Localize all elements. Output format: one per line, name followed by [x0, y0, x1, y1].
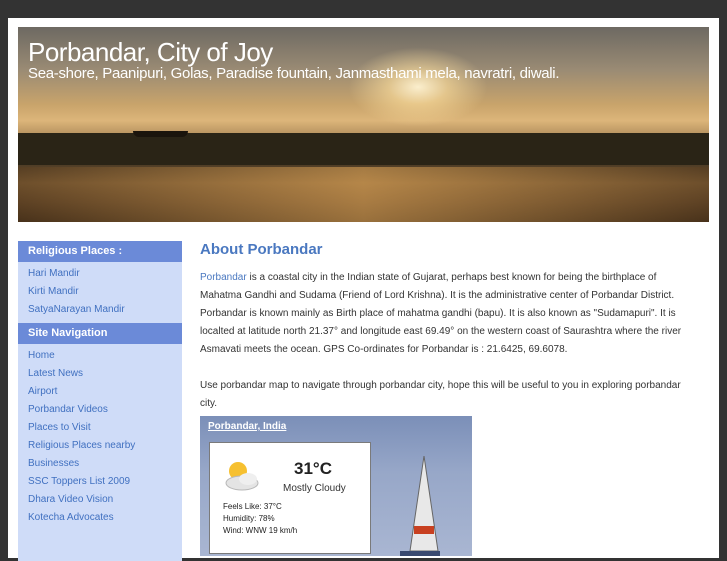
weather-card: 31°C Mostly Cloudy Feels Like: 37°C Humi… [209, 442, 371, 554]
feels-like: Feels Like: 37°C [223, 502, 282, 511]
site-navigation-list: Home Latest News Airport Porbandar Video… [18, 344, 182, 531]
sidebar-item-ssc-toppers[interactable]: SSC Toppers List 2009 [18, 473, 182, 491]
sidebar-item-satyanarayan-mandir[interactable]: SatyaNarayan Mandir [18, 301, 182, 319]
main-content: About Porbandar Porbandar is a coastal c… [200, 241, 700, 556]
partly-cloudy-icon [225, 462, 259, 491]
sidebar-item-home[interactable]: Home [18, 347, 182, 365]
sidebar-item-kirti-mandir[interactable]: Kirti Mandir [18, 283, 182, 301]
sidebar-heading-religious: Religious Places : [18, 241, 182, 262]
sidebar-item-hari-mandir[interactable]: Hari Mandir [18, 265, 182, 283]
sidebar-item-places-to-visit[interactable]: Places to Visit [18, 419, 182, 437]
sidebar-heading-navigation: Site Navigation [18, 323, 182, 344]
sidebar-item-religious-places-nearby[interactable]: Religious Places nearby [18, 437, 182, 455]
sailboat-image [400, 456, 440, 556]
about-paragraph: Porbandar is a coastal city in the India… [200, 269, 700, 359]
weather-widget: Porbandar, India 31°C Mostly Cloudy Feel… [200, 416, 472, 556]
humidity: Humidity: 78% [223, 514, 275, 523]
porbandar-link[interactable]: Porbandar [200, 272, 247, 283]
page-title: About Porbandar [200, 241, 323, 258]
wind: Wind: WNW 19 km/h [223, 526, 298, 535]
sunset-sun [348, 47, 488, 127]
about-text: is a coastal city in the Indian state of… [200, 272, 682, 355]
sea-reflection [18, 167, 709, 222]
sidebar-item-businesses[interactable]: Businesses [18, 455, 182, 473]
header-banner: Porbandar, City of Joy Sea-shore, Paanip… [18, 27, 709, 222]
sidebar: Religious Places : Hari Mandir Kirti Man… [18, 241, 182, 561]
religious-places-list: Hari Mandir Kirti Mandir SatyaNarayan Ma… [18, 262, 182, 323]
sidebar-item-kotecha-advocates[interactable]: Kotecha Advocates [18, 509, 182, 527]
temperature: 31°C [294, 459, 332, 478]
sidebar-item-dhara-video-vision[interactable]: Dhara Video Vision [18, 491, 182, 509]
sidebar-item-porbandar-videos[interactable]: Porbandar Videos [18, 401, 182, 419]
boat-silhouette [133, 131, 188, 137]
shoreline [18, 133, 709, 165]
weather-details: Feels Like: 37°C Humidity: 78% Wind: WNW… [223, 501, 297, 537]
sidebar-item-latest-news[interactable]: Latest News [18, 365, 182, 383]
site-title[interactable]: Porbandar, City of Joy [28, 37, 273, 68]
site-tagline: Sea-shore, Paanipuri, Golas, Paradise fo… [28, 65, 560, 82]
sidebar-item-airport[interactable]: Airport [18, 383, 182, 401]
weather-condition: Mostly Cloudy [283, 483, 346, 494]
page-container: Porbandar, City of Joy Sea-shore, Paanip… [8, 18, 719, 561]
map-paragraph: Use porbandar map to navigate through po… [200, 380, 681, 409]
weather-location-link[interactable]: Porbandar, India [208, 421, 286, 432]
